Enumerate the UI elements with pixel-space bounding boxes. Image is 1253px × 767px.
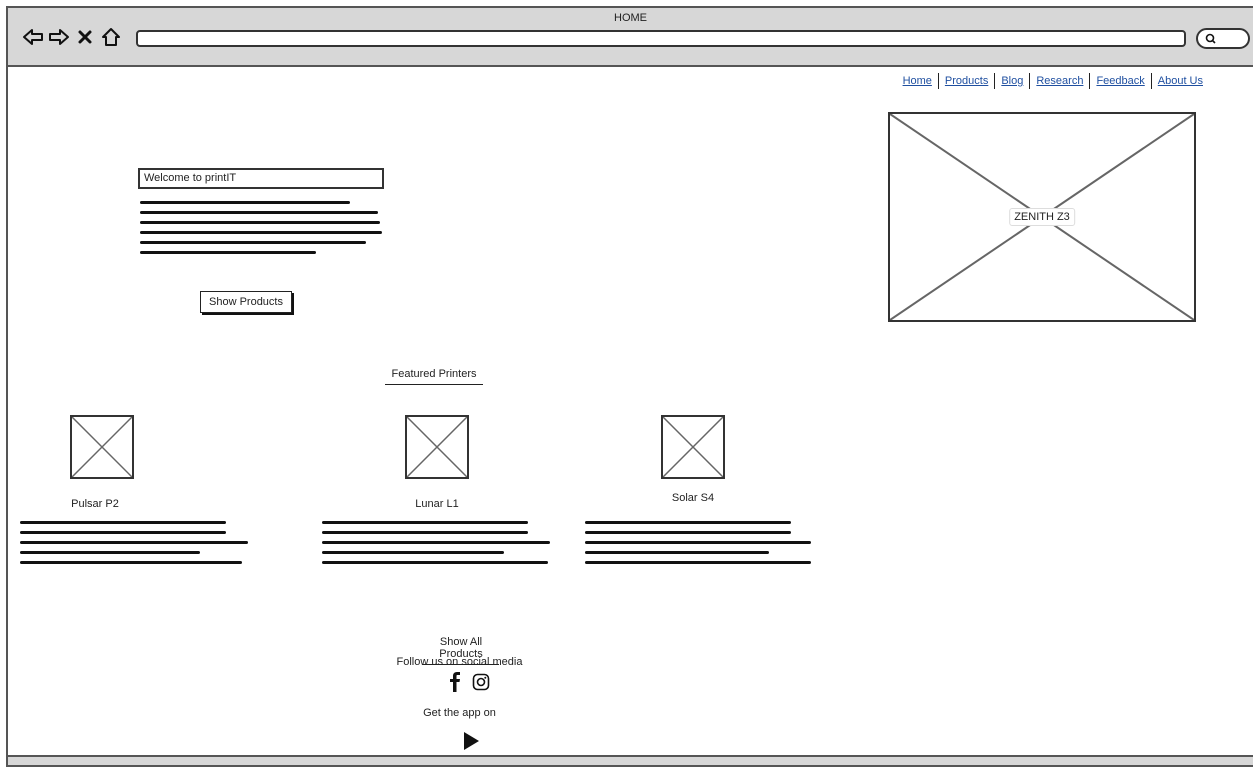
product-name[interactable]: Lunar L1 xyxy=(392,498,482,510)
product-name[interactable]: Pulsar P2 xyxy=(50,498,140,510)
back-icon[interactable] xyxy=(22,26,44,48)
nav-link-products[interactable]: Products xyxy=(939,75,994,87)
nav-link-home[interactable]: Home xyxy=(897,75,938,87)
status-bar xyxy=(8,755,1253,765)
show-products-button[interactable]: Show Products xyxy=(200,291,292,313)
facebook-icon[interactable] xyxy=(448,672,462,697)
product-image[interactable] xyxy=(661,415,725,479)
welcome-heading: Welcome to printIT xyxy=(138,168,384,189)
nav-link-research[interactable]: Research xyxy=(1030,75,1089,87)
play-store-icon[interactable] xyxy=(463,732,479,755)
follow-social-text: Follow us on social media xyxy=(396,656,523,668)
placeholder-text xyxy=(140,201,386,261)
main-nav: Home Products Blog Research Feedback Abo… xyxy=(897,73,1209,89)
forward-icon[interactable] xyxy=(48,26,70,48)
home-icon[interactable] xyxy=(100,26,122,48)
nav-link-feedback[interactable]: Feedback xyxy=(1090,75,1150,87)
product-description xyxy=(585,521,815,571)
product-image[interactable] xyxy=(405,415,469,479)
hero-image: ZENITH Z3 xyxy=(888,112,1196,322)
hero-image-caption: ZENITH Z3 xyxy=(1009,208,1075,226)
browser-toolbar: HOME xyxy=(8,8,1253,67)
instagram-icon[interactable] xyxy=(472,673,490,696)
nav-link-blog[interactable]: Blog xyxy=(995,75,1029,87)
product-description xyxy=(322,521,552,571)
product-description xyxy=(20,521,260,571)
close-icon[interactable] xyxy=(74,26,96,48)
nav-link-about-us[interactable]: About Us xyxy=(1152,75,1209,87)
social-links xyxy=(448,672,490,697)
heading-underline xyxy=(385,384,483,385)
get-app-text: Get the app on xyxy=(423,707,496,719)
product-name[interactable]: Solar S4 xyxy=(648,492,738,504)
search-button[interactable] xyxy=(1196,28,1250,49)
product-image[interactable] xyxy=(70,415,134,479)
featured-printers-label: Featured Printers xyxy=(391,368,477,380)
featured-printers-heading: Featured Printers xyxy=(385,368,483,385)
address-bar[interactable] xyxy=(136,30,1186,47)
browser-title: HOME xyxy=(614,12,647,24)
